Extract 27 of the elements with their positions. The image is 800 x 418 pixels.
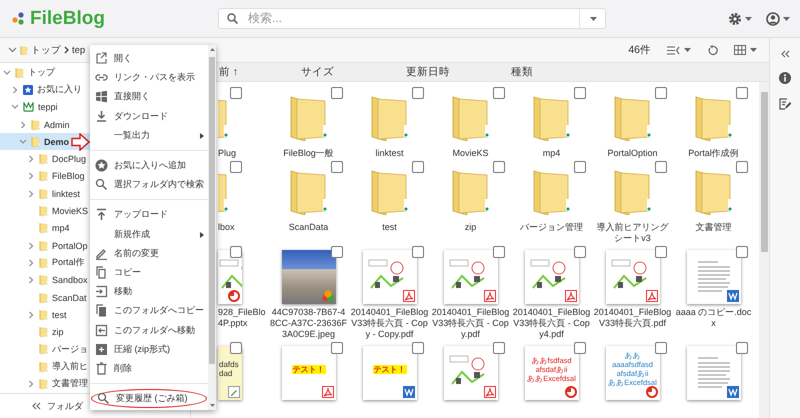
thumbnail-text: テスト！ [372,364,406,374]
file-name: 20140401_FileBlogV33特長六頁.pdf [594,307,672,329]
file-name: 20140401_FileBlogV33特長六頁 - Copy.pdf [432,307,510,340]
file-name: FileBlog一般 [282,148,335,159]
file-name: 20140401_FileBlogV33特長六頁 - Copy4.pdf [512,307,590,340]
file-name: MovieKS [451,148,490,159]
file-name: ScanData [288,222,330,233]
file-name: Plug [218,148,238,159]
thumbnail-text: dafds [219,360,239,369]
file-name: mp4 [542,148,562,159]
file-name: 44C97038-7B67-48CC-A37C-23636F3A0C9E.jpeg [270,307,348,340]
file-name: Portal作成例 [687,148,740,159]
file-name: 928_FileBlo 4P.pptx [218,307,266,329]
file-name: aaaa のコピー.docx [674,307,752,329]
file-name: test [381,222,398,233]
file-name: zip [464,222,478,233]
file-name: 文書管理 [694,222,732,233]
file-name: 20140401_FileBlogV33特長六頁 - Copy - Copy.pdf [350,307,428,340]
item-count: 46件 [628,43,651,57]
thumbnail-text: dad [219,369,234,378]
file-name: linktest [374,148,404,159]
file-name: PortalOption [606,148,659,159]
file-name: lbox [218,222,236,233]
file-name: バージョン管理 [519,222,584,233]
thumbnail-text: テスト！ [292,364,326,374]
file-name: 導入前ヒアリングシートv3 [596,222,670,244]
app-logo-text: FileBlog [30,8,105,30]
